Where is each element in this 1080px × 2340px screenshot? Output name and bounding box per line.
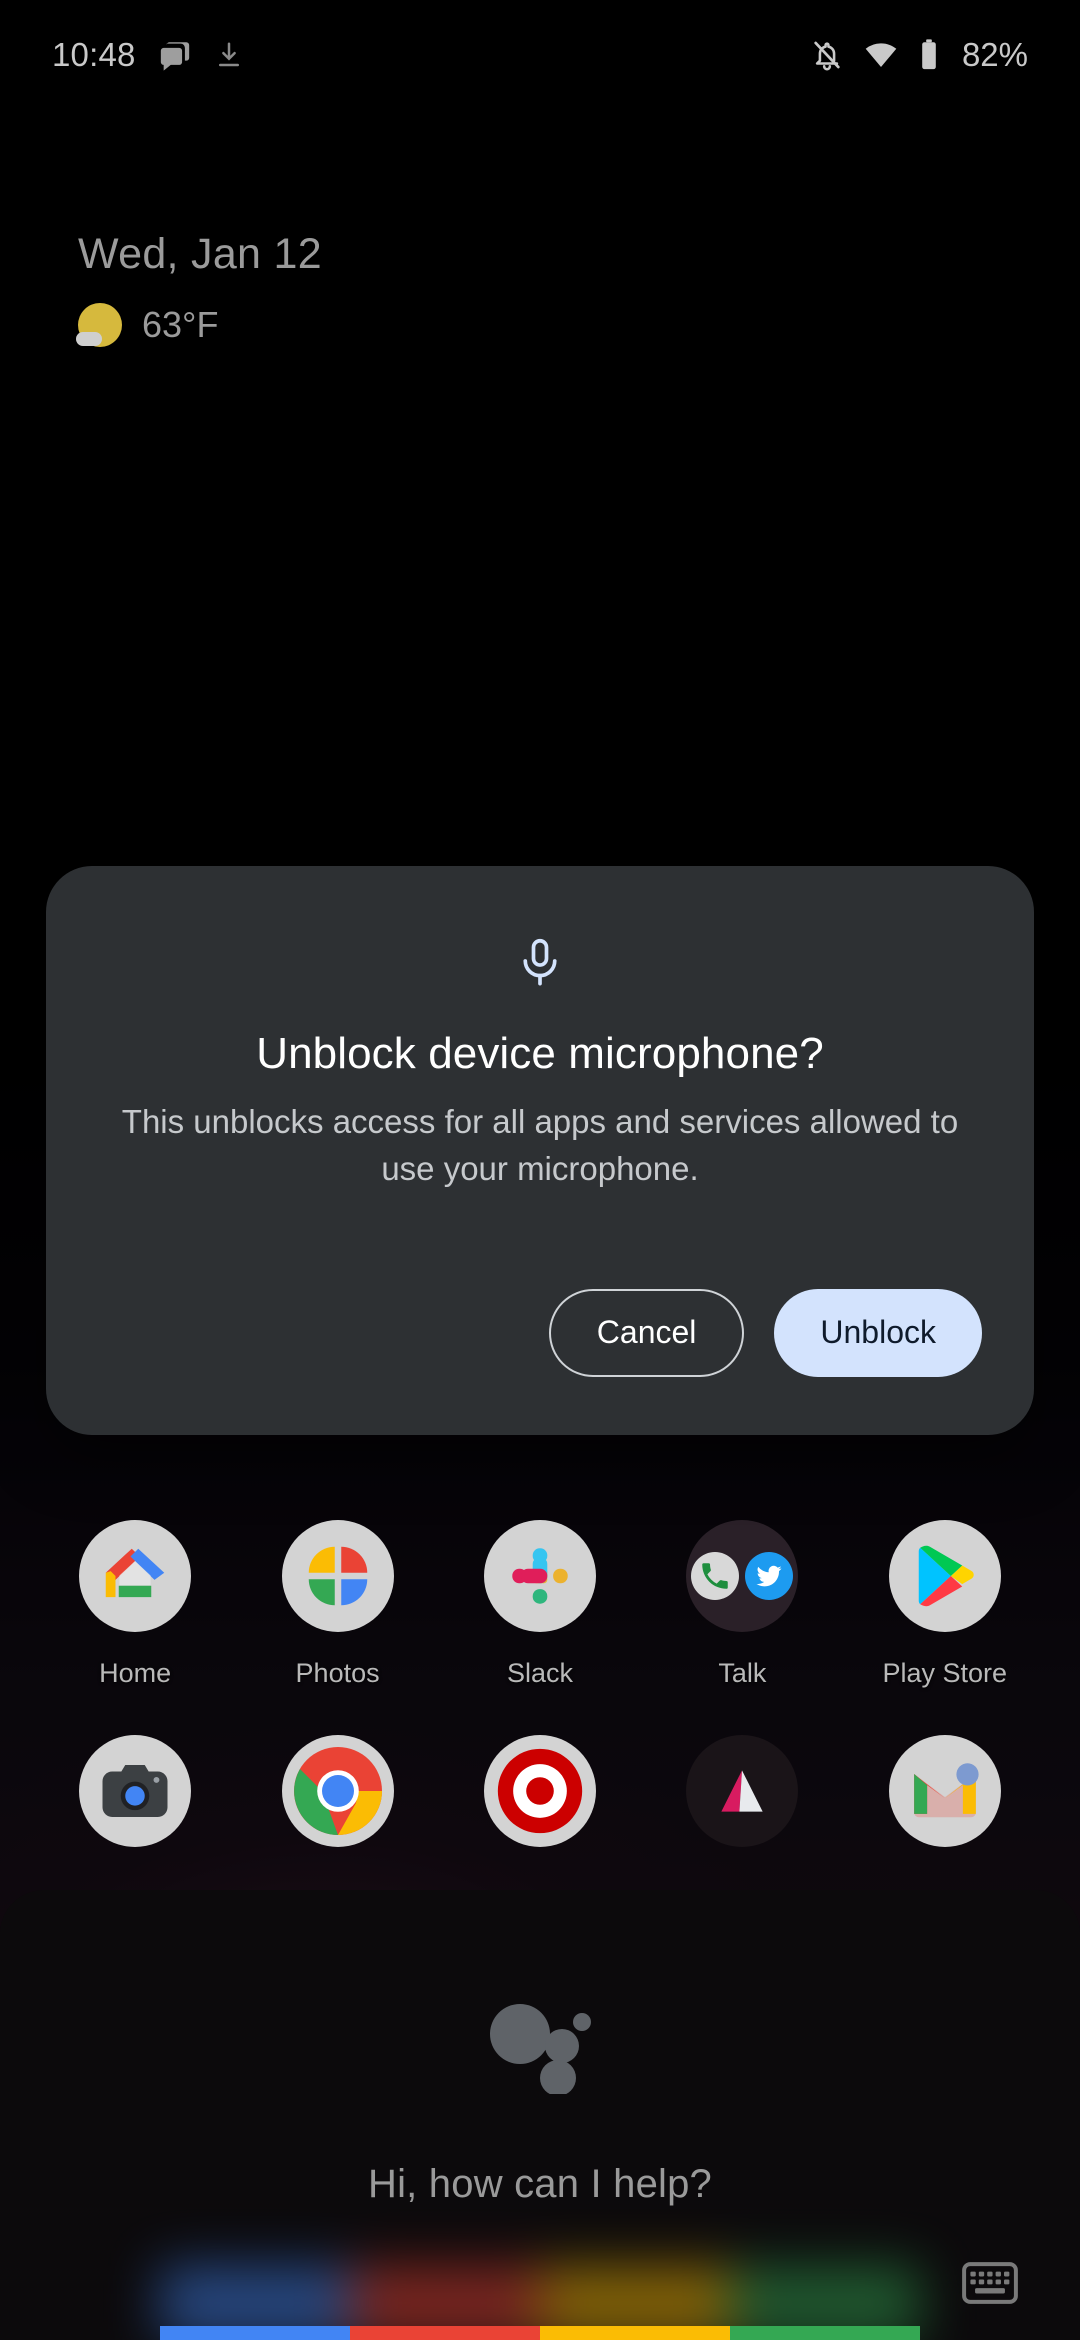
assistant-panel: Hi, how can I help?	[0, 1890, 1080, 2340]
unblock-button[interactable]: Unblock	[774, 1288, 982, 1377]
assistant-bar-segment-blue	[160, 2326, 350, 2340]
app-item-talk[interactable]: Talk	[662, 1520, 822, 1689]
app-item-camera[interactable]	[55, 1735, 215, 1873]
app-label: Photos	[295, 1658, 380, 1688]
folder-phone-twitter-icon	[686, 1520, 799, 1632]
app-item-home[interactable]: Home	[55, 1520, 215, 1689]
assistant-prompt: Hi, how can I help?	[368, 2162, 712, 2206]
cancel-button[interactable]: Cancel	[548, 1288, 745, 1377]
status-bar-clock: 10:48	[52, 36, 136, 73]
status-bar-left: 10:48	[52, 36, 244, 74]
notifications-off-icon	[810, 38, 844, 72]
google-play-store-icon	[888, 1520, 1001, 1632]
app-item-play-store[interactable]: Play Store	[865, 1520, 1025, 1689]
app-item-gmail[interactable]	[865, 1735, 1025, 1873]
date-label[interactable]: Wed, Jan 12	[78, 230, 322, 279]
assistant-bar-segment-green	[730, 2326, 920, 2340]
dialog-actions: Cancel Unblock	[98, 1288, 982, 1377]
play-movies-icon	[686, 1735, 799, 1847]
app-label: Slack	[506, 1658, 573, 1688]
dialog-body-text: This unblocks access for all apps and se…	[121, 1103, 959, 1187]
unblock-microphone-dialog: Unblock device microphone? This unblocks…	[46, 866, 1034, 1435]
chrome-icon	[281, 1735, 394, 1847]
app-grid: Home Photos Slack Talk Play Store	[0, 1520, 1080, 1919]
slack-icon	[483, 1520, 596, 1632]
google-assistant-dots-icon	[0, 1998, 1080, 2094]
temperature-label: 63°F	[142, 304, 219, 345]
app-item-play-movies[interactable]	[662, 1735, 822, 1873]
app-item-slack[interactable]: Slack	[460, 1520, 620, 1689]
phone-screen: 10:48 82% Wed, Jan 12 63°F Home Photos S…	[0, 0, 1080, 2340]
chat-bubbles-icon	[158, 38, 192, 72]
status-bar-right: 82%	[810, 36, 1028, 74]
battery-icon	[918, 38, 940, 72]
microphone-icon	[98, 936, 982, 988]
download-icon	[214, 40, 244, 70]
app-item-photos[interactable]: Photos	[258, 1520, 418, 1689]
camera-icon	[79, 1735, 192, 1847]
assistant-bar-segment-red	[350, 2326, 540, 2340]
sun-cloud-icon	[76, 303, 122, 347]
assistant-color-bar-strip	[160, 2326, 920, 2340]
target-icon	[483, 1735, 596, 1847]
assistant-color-bar	[0, 2266, 1080, 2340]
status-bar: 10:48 82%	[0, 0, 1080, 110]
battery-percent-label: 82%	[961, 36, 1028, 73]
app-row-1: Home Photos Slack Talk Play Store	[0, 1520, 1080, 1689]
google-photos-icon	[281, 1520, 394, 1632]
weather-row[interactable]: 63°F	[76, 303, 322, 347]
app-label: Play Store	[882, 1658, 1008, 1688]
google-home-icon	[79, 1520, 192, 1632]
assistant-bar-segment-yellow	[540, 2326, 730, 2340]
phone-icon	[691, 1552, 740, 1600]
app-item-target[interactable]	[460, 1735, 620, 1873]
gmail-icon	[888, 1735, 1001, 1847]
twitter-icon	[745, 1552, 794, 1600]
app-label: Home	[99, 1658, 172, 1688]
app-row-2	[0, 1735, 1080, 1873]
wifi-icon	[864, 38, 898, 72]
dialog-title: Unblock device microphone?	[256, 1029, 824, 1078]
app-label: Talk	[718, 1658, 767, 1688]
app-item-chrome[interactable]	[258, 1735, 418, 1873]
date-weather-widget[interactable]: Wed, Jan 12 63°F	[76, 230, 322, 347]
